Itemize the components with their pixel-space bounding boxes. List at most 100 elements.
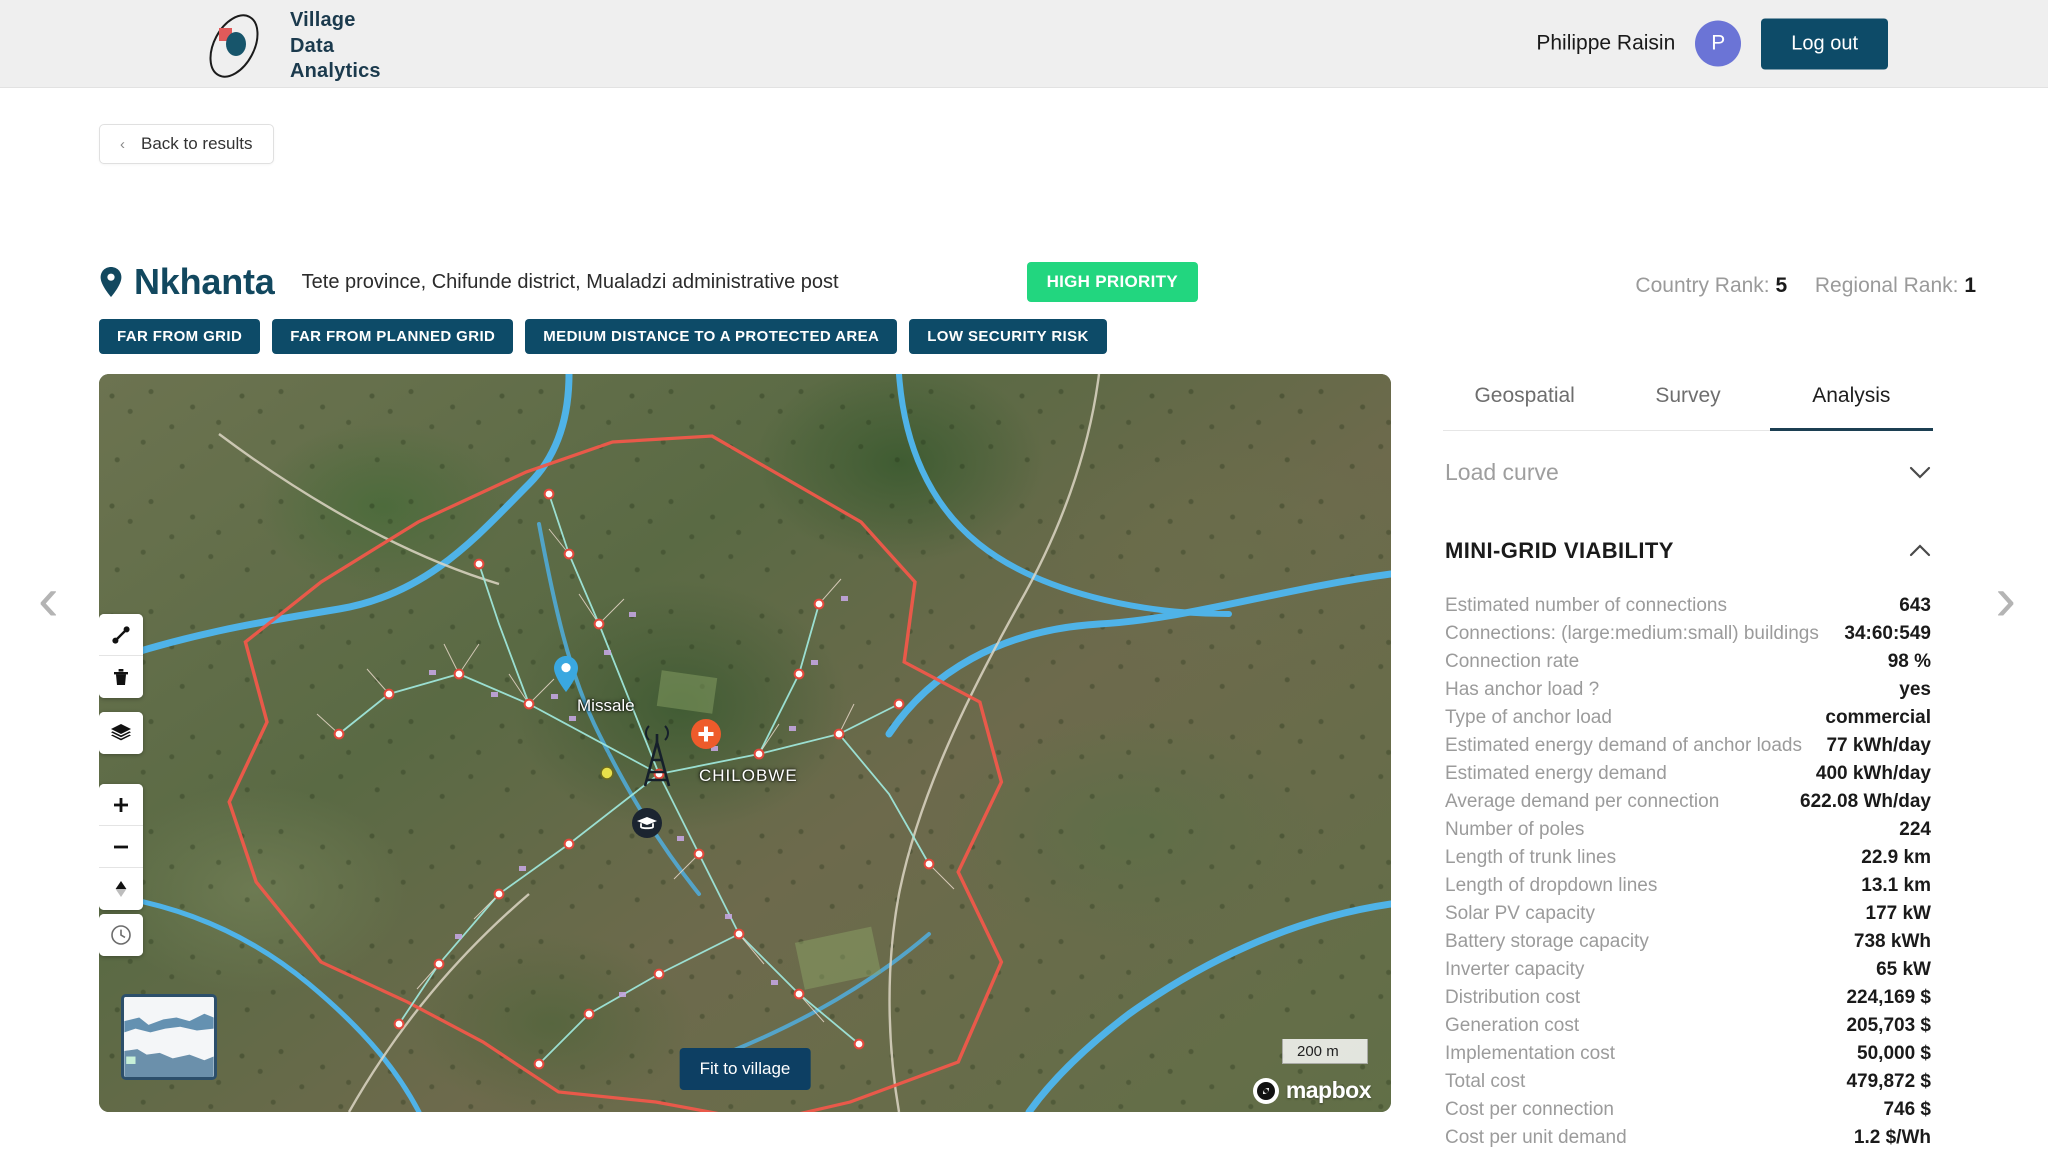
metric-label: Inverter capacity [1445, 959, 1585, 980]
avatar[interactable]: P [1695, 20, 1742, 67]
metric-label: Estimated energy demand of anchor loads [1445, 735, 1802, 756]
chevron-down-icon [1909, 466, 1931, 480]
metric-row: Has anchor load ? yes [1443, 676, 1933, 704]
metric-value: 205,703 $ [1846, 1015, 1931, 1036]
metric-value: 224 [1899, 819, 1931, 840]
brand-line-2: Data [290, 34, 335, 57]
brand-logo-text: Village Data Analytics [290, 8, 381, 85]
metric-row: Battery storage capacity 738 kWh [1443, 928, 1933, 956]
mapbox-attribution[interactable]: mapbox [1252, 1077, 1372, 1104]
metric-label: Length of trunk lines [1445, 847, 1617, 868]
tab-geospatial[interactable]: Geospatial [1443, 374, 1606, 431]
trash-icon[interactable] [99, 656, 143, 698]
regional-rank-value: 1 [1964, 274, 1976, 297]
zoom-out-icon[interactable] [99, 826, 143, 868]
metric-value: 65 kW [1876, 959, 1931, 980]
logout-button[interactable]: Log out [1761, 18, 1888, 69]
metric-row: Estimated energy demand 400 kWh/day [1443, 760, 1933, 788]
attribute-tag: FAR FROM GRID [99, 319, 261, 354]
map-draw-tools [99, 614, 143, 698]
chevron-left-icon: ‹ [120, 135, 125, 153]
metric-row: Average demand per connection 622.08 Wh/… [1443, 788, 1933, 816]
accordion-mini-grid-viability[interactable]: MINI-GRID VIABILITY [1443, 510, 1933, 588]
metric-value: 479,872 $ [1846, 1071, 1931, 1092]
attribute-tag: FAR FROM PLANNED GRID [272, 319, 514, 354]
metric-row: Generation cost 205,703 $ [1443, 1012, 1933, 1040]
metric-label: Battery storage capacity [1445, 931, 1649, 952]
analysis-panel: Geospatial Survey Analysis Load curve MI… [1443, 374, 1933, 1152]
metric-value: 98 % [1887, 651, 1931, 672]
metric-row: Length of dropdown lines 13.1 km [1443, 872, 1933, 900]
chevron-up-icon [1909, 544, 1931, 558]
map-layers-control [99, 712, 143, 754]
brand-line-3: Analytics [290, 60, 381, 83]
metric-label: Solar PV capacity [1445, 903, 1595, 924]
minimap-inset[interactable] [121, 994, 217, 1080]
attribute-tag: LOW SECURITY RISK [909, 319, 1107, 354]
accordion-load-curve[interactable]: Load curve [1443, 431, 1933, 510]
fit-to-village-button[interactable]: Fit to village [679, 1048, 811, 1090]
metric-label: Cost per unit demand [1445, 1127, 1627, 1148]
user-name: Philippe Raisin [1536, 31, 1676, 55]
metric-value: 77 kWh/day [1826, 735, 1931, 756]
map-overlay-layers [99, 374, 1391, 1112]
metric-value: 13.1 km [1861, 875, 1931, 896]
metric-row: Solar PV capacity 177 kW [1443, 900, 1933, 928]
metric-label: Number of poles [1445, 819, 1585, 840]
app-header: Village Data Analytics Philippe Raisin P… [0, 0, 2048, 88]
next-village-arrow[interactable]: › [1995, 569, 2016, 631]
accordion-load-curve-label: Load curve [1445, 459, 1559, 485]
orbit-logo-icon [192, 10, 276, 82]
metric-row: Implementation cost 50,000 $ [1443, 1040, 1933, 1068]
previous-village-arrow[interactable]: ‹ [38, 569, 59, 631]
page-title: Nkhanta [134, 261, 275, 302]
tab-survey[interactable]: Survey [1606, 374, 1769, 431]
village-subtitle: Tete province, Chifunde district, Mualad… [301, 270, 839, 293]
metric-row: Length of trunk lines 22.9 km [1443, 844, 1933, 872]
layers-icon[interactable] [99, 712, 143, 754]
measure-line-icon[interactable] [99, 614, 143, 656]
map-zoom-controls [99, 784, 143, 910]
map-history-control [99, 914, 143, 956]
metric-value: 746 $ [1883, 1099, 1931, 1120]
page-body: ‹ Back to results Nkhanta Tete province,… [0, 88, 2048, 1148]
mini-grid-viability-list: Estimated number of connections 643 Conn… [1443, 588, 1933, 1152]
metric-label: Generation cost [1445, 1015, 1580, 1036]
metric-value: 50,000 $ [1857, 1043, 1931, 1064]
map-scale-bar: 200 m [1282, 1039, 1368, 1064]
map-pin-icon [100, 267, 122, 297]
metric-value: 34:60:549 [1844, 623, 1931, 644]
metric-value: 643 [1899, 595, 1931, 616]
attribute-tag: MEDIUM DISTANCE TO A PROTECTED AREA [525, 319, 898, 354]
metric-value: 177 kW [1865, 903, 1931, 924]
country-rank-label: Country Rank: [1635, 274, 1770, 297]
regional-rank-label: Regional Rank: [1814, 274, 1959, 297]
metric-row: Number of poles 224 [1443, 816, 1933, 844]
panel-tabs: Geospatial Survey Analysis [1443, 374, 1933, 431]
metric-row: Connection rate 98 % [1443, 648, 1933, 676]
metric-label: Length of dropdown lines [1445, 875, 1658, 896]
rank-summary: Country Rank: 5 Regional Rank: 1 [1635, 274, 1976, 298]
accordion-mini-grid-viability-label: MINI-GRID VIABILITY [1445, 538, 1674, 563]
metric-row: Type of anchor load commercial [1443, 704, 1933, 732]
metric-row: Cost per connection 746 $ [1443, 1096, 1933, 1124]
back-to-results-button[interactable]: ‹ Back to results [99, 124, 274, 164]
compass-icon[interactable] [99, 868, 143, 910]
metric-label: Distribution cost [1445, 987, 1581, 1008]
metric-value: 1.2 $/Wh [1853, 1127, 1931, 1148]
metric-label: Estimated number of connections [1445, 595, 1727, 616]
attribute-tag-list: FAR FROM GRID FAR FROM PLANNED GRID MEDI… [99, 319, 1107, 354]
metric-label: Estimated energy demand [1445, 763, 1667, 784]
metric-label: Cost per connection [1445, 1099, 1614, 1120]
history-clock-icon[interactable] [99, 914, 143, 956]
metric-label: Total cost [1445, 1071, 1526, 1092]
user-area: Philippe Raisin P Log out [1536, 18, 1888, 69]
satellite-map[interactable]: Missale CHILOBWE Fit to village 200 m ma… [99, 374, 1391, 1112]
zoom-in-icon[interactable] [99, 784, 143, 826]
brand-line-1: Village [290, 9, 356, 31]
tab-analysis[interactable]: Analysis [1769, 374, 1933, 431]
metric-value: yes [1899, 679, 1931, 700]
status-badge: HIGH PRIORITY [1026, 262, 1198, 302]
brand-logo[interactable]: Village Data Analytics [192, 8, 381, 85]
country-rank-value: 5 [1775, 274, 1788, 297]
